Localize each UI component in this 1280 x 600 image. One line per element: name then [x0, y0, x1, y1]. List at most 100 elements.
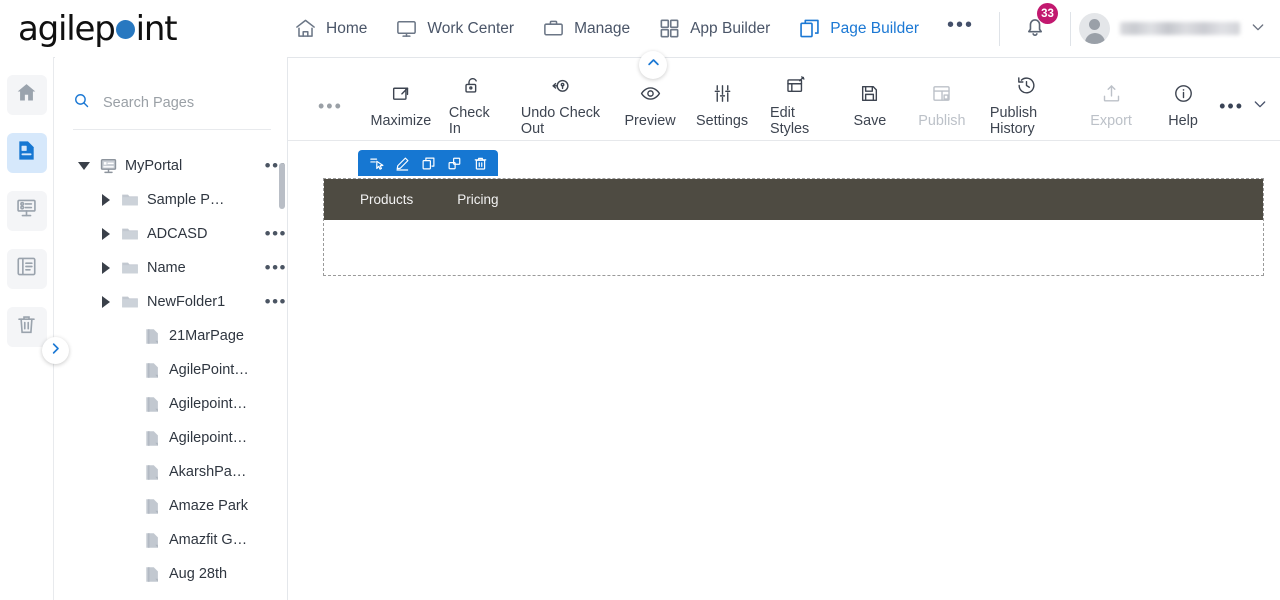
tree-item-agilepoint[interactable]: Agilepoint…	[73, 387, 287, 421]
select-parent-icon[interactable]	[364, 152, 388, 174]
tree-item-label: AgilePoint…	[169, 362, 249, 378]
toolbar-overflow-left[interactable]: •••	[288, 97, 365, 115]
tree-item-adcasd[interactable]: ADCASD •••	[73, 217, 287, 251]
selected-widget[interactable]: Products Pricing	[323, 150, 1264, 276]
nav-item-manage[interactable]: Manage	[528, 11, 644, 46]
tree-item-myportal[interactable]: MyPortal •••	[73, 149, 287, 183]
tree-item-agilepoint[interactable]: Agilepoint…	[73, 421, 287, 455]
chevron-right-icon[interactable]	[95, 296, 117, 308]
folder-icon	[117, 224, 143, 244]
chevron-down-icon[interactable]	[1252, 96, 1268, 117]
tree-item-aug28th[interactable]: Aug 28th	[73, 557, 287, 591]
toolbar-collapse-chip[interactable]	[639, 51, 667, 79]
widget-action-toolbar	[358, 150, 498, 176]
nav-item-page-builder[interactable]: Page Builder	[784, 11, 933, 46]
chevron-right-icon[interactable]	[95, 194, 117, 206]
page-canvas[interactable]: Products Pricing	[288, 141, 1280, 600]
tree-item-menu-button[interactable]: •••	[259, 225, 287, 242]
toolbar-button-publish-history[interactable]: Publish History	[978, 75, 1075, 137]
nav-overflow-button[interactable]: •••	[933, 15, 986, 38]
nav-item-home[interactable]: Home	[280, 11, 381, 46]
brand-dot-icon	[115, 19, 135, 39]
page-icon	[139, 327, 165, 346]
rail-item-home[interactable]	[6, 75, 47, 115]
brand-logo[interactable]: agilep int	[0, 9, 280, 49]
page-icon	[139, 395, 165, 414]
folder-icon	[117, 190, 143, 210]
rail-item-list[interactable]	[6, 249, 47, 289]
export-icon	[1101, 83, 1122, 108]
toolbar-button-save[interactable]: Save	[834, 83, 906, 129]
chevron-down-icon[interactable]	[73, 162, 95, 170]
toolbar-button-maximize[interactable]: Maximize	[365, 83, 437, 129]
toolbar-end-group: •••	[1219, 96, 1280, 117]
tree-item-newfolder1[interactable]: NewFolder1 •••	[73, 285, 287, 319]
search-input[interactable]	[101, 93, 255, 112]
tree-item-label: Aug 28th	[169, 566, 228, 582]
nav-item-app-builder-label: App Builder	[690, 19, 771, 37]
tree-item-menu-button[interactable]: •••	[259, 259, 287, 276]
user-menu[interactable]	[1079, 13, 1280, 44]
toolbar-button-preview[interactable]: Preview	[614, 83, 686, 129]
tree-item-label: MyPortal	[125, 158, 183, 174]
brand-text-after: int	[135, 8, 178, 49]
tree-item-agilepoint[interactable]: AgilePoint…	[73, 353, 287, 387]
toolbar-button-publish: Publish	[906, 83, 978, 129]
toolbar-button-undo-check-out[interactable]: Undo Check Out	[509, 75, 614, 137]
page-icon	[139, 565, 165, 584]
tree-item-akarshpa[interactable]: AkarshPa…	[73, 455, 287, 489]
edit-styles-icon	[785, 75, 806, 100]
toolbar-button-edit-styles[interactable]: Edit Styles	[758, 75, 834, 137]
nav-item-work-center-label: Work Center	[427, 19, 515, 37]
notification-count-badge: 33	[1037, 3, 1058, 24]
delete-trash-icon[interactable]	[468, 152, 492, 174]
chevron-right-icon[interactable]	[95, 228, 117, 240]
tree-item-label: Agilepoint…	[169, 396, 248, 412]
top-nav-items: Home Work Center Manage App Builder Page…	[280, 11, 991, 46]
site-nav-link-pricing[interactable]: Pricing	[457, 192, 498, 207]
search-pages-box[interactable]	[73, 76, 271, 130]
tree-item-21marpage[interactable]: 21MarPage	[73, 319, 287, 353]
rail-item-form-builder[interactable]	[6, 191, 47, 231]
duplicate-icon[interactable]	[442, 152, 466, 174]
pages-tree: MyPortal ••• Sample P… ADCASD ••• Name ••• NewF…	[73, 149, 287, 600]
site-nav-link-products[interactable]: Products	[360, 192, 413, 207]
toolbar-button-help[interactable]: Help	[1147, 83, 1219, 129]
nav-item-work-center[interactable]: Work Center	[381, 11, 528, 46]
username-redacted	[1120, 22, 1240, 35]
pages-tree-scrollbar[interactable]	[279, 163, 285, 209]
rail-item-trash[interactable]	[6, 307, 47, 347]
tree-item-label: Amazfit G…	[169, 532, 248, 548]
folder-icon	[117, 258, 143, 278]
form-builder-icon	[15, 197, 38, 225]
toolbar-overflow-right[interactable]: •••	[1219, 97, 1244, 115]
site-navigation-widget[interactable]: Products Pricing	[324, 179, 1263, 220]
rail-item-page-builder[interactable]	[6, 133, 47, 173]
info-icon	[1173, 83, 1194, 108]
tree-item-label: Sample P…	[147, 192, 225, 208]
toolbar-button-label: Edit Styles	[770, 105, 810, 137]
pages-icon	[798, 17, 821, 40]
notifications-button[interactable]: 33	[1008, 3, 1062, 44]
tree-item-name[interactable]: Name •••	[73, 251, 287, 285]
tree-item-amazepark[interactable]: Amaze Park	[73, 489, 287, 523]
chevron-up-icon	[646, 55, 661, 75]
tree-item-menu-button[interactable]: •••	[259, 293, 287, 310]
edit-pencil-icon[interactable]	[390, 152, 414, 174]
chevron-right-icon[interactable]	[95, 262, 117, 274]
widget-container[interactable]: Products Pricing	[323, 178, 1264, 276]
nav-item-manage-label: Manage	[574, 19, 631, 37]
avatar	[1079, 13, 1110, 44]
tree-item-label: ADCASD	[147, 226, 208, 242]
pages-panel: MyPortal•••Sample P…ADCASD•••Name•••NewF…	[55, 57, 287, 600]
toolbar-button-settings[interactable]: Settings	[686, 83, 758, 129]
tree-item-samplep[interactable]: Sample P…	[73, 183, 287, 217]
sidebar-collapse-toggle[interactable]	[42, 337, 69, 364]
nav-divider-1	[999, 11, 1000, 46]
left-icon-rail	[0, 57, 54, 600]
toolbar-button-check-in[interactable]: Check In	[437, 75, 509, 137]
nav-item-app-builder[interactable]: App Builder	[644, 11, 784, 46]
tree-item-amazfitg[interactable]: Amazfit G…	[73, 523, 287, 557]
briefcase-icon	[542, 17, 565, 40]
copy-icon[interactable]	[416, 152, 440, 174]
